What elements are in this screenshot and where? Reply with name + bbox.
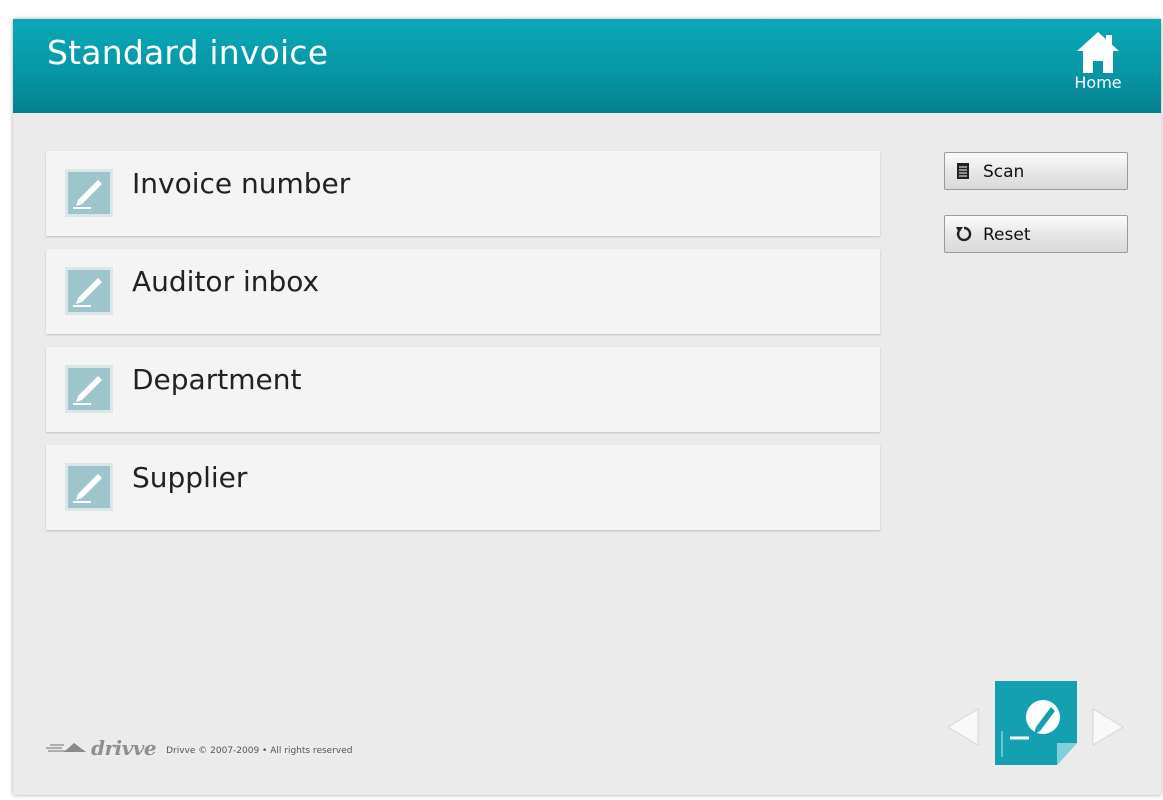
edit-pen-icon [65, 267, 113, 315]
reset-label: Reset [983, 225, 1031, 245]
field-label: Department [132, 363, 302, 396]
home-label: Home [1074, 73, 1122, 92]
app-window: Standard invoice Home Invoice number Aud… [13, 19, 1161, 795]
previous-arrow-icon[interactable] [946, 707, 980, 747]
field-invoice-number[interactable]: Invoice number [46, 151, 880, 236]
field-supplier[interactable]: Supplier [46, 445, 880, 530]
page-title: Standard invoice [47, 33, 329, 72]
edit-pen-icon [65, 463, 113, 511]
field-auditor-inbox[interactable]: Auditor inbox [46, 249, 880, 334]
edit-pen-icon [65, 169, 113, 217]
drivve-logo: drivve [91, 736, 157, 760]
field-label: Invoice number [132, 167, 351, 200]
document-icon [957, 163, 969, 179]
next-arrow-icon[interactable] [1091, 707, 1125, 747]
drivve-logo-swoosh-icon [46, 743, 86, 752]
edit-pen-icon [65, 365, 113, 413]
field-list: Invoice number Auditor inbox Department [46, 151, 880, 543]
field-label: Auditor inbox [132, 265, 320, 298]
footer: drivve Drivve © 2007-2009 • All rights r… [46, 736, 352, 760]
reset-icon [956, 226, 972, 242]
scan-button[interactable]: Scan [944, 152, 1128, 190]
home-icon [1077, 32, 1119, 73]
reset-button[interactable]: Reset [944, 215, 1128, 253]
document-edit-icon [995, 681, 1077, 765]
home-button[interactable]: Home [1063, 29, 1133, 109]
field-label: Supplier [132, 461, 248, 494]
copyright-text: Drivve © 2007-2009 • All rights reserved [166, 745, 353, 756]
field-department[interactable]: Department [46, 347, 880, 432]
header-bar: Standard invoice Home [13, 19, 1161, 113]
scan-label: Scan [983, 162, 1025, 182]
